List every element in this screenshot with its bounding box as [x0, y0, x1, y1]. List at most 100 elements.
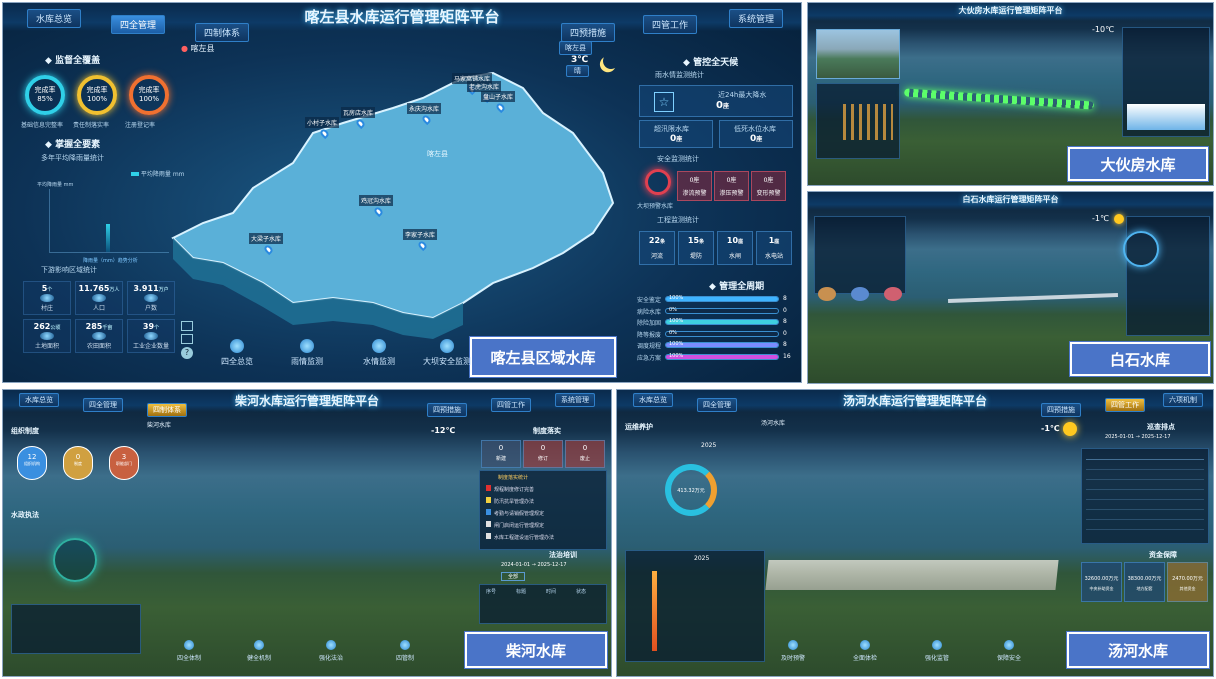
tab-guan[interactable]: 四管工作 [1105, 398, 1145, 412]
table-row[interactable] [1086, 472, 1204, 480]
kazuo-dashboard-screenshot: 喀左县水库运行管理矩阵平台 水库总览 四全管理 四制体系 四预措施 四管工作 系… [2, 2, 802, 383]
stat-value: 11.765万人 [76, 284, 122, 293]
tab-sys[interactable]: 系统管理 [729, 9, 784, 28]
help-icon[interactable]: ? [181, 347, 193, 359]
rule-count-value: 0 [498, 444, 504, 452]
reservoir-label[interactable]: 大梁子水库 [249, 233, 284, 244]
reservoir-label[interactable]: 永庆沟水库 [407, 103, 442, 114]
table-row[interactable] [1086, 492, 1204, 500]
tab-cuo[interactable]: 四预措施 [1041, 403, 1081, 417]
section-left1: 运维养护 [625, 423, 653, 431]
rule-list-text: 防汛抗旱管理办法 [494, 499, 535, 505]
tab-overview[interactable]: 水库总览 [633, 393, 673, 407]
eng-card: 1座 水电站 [756, 231, 792, 265]
stat-number: 39 [142, 322, 155, 331]
dam-wall [947, 293, 1119, 303]
nav-button[interactable]: 保障安全 [983, 640, 1035, 662]
weather-badge: 喀左县 [559, 41, 592, 55]
stat-number: 262 [33, 322, 51, 331]
layer-icon[interactable] [181, 321, 193, 331]
table-row[interactable] [1086, 462, 1204, 470]
tab-quanguan[interactable]: 四全管理 [111, 15, 166, 34]
cycle-percent: 0% [669, 306, 677, 313]
reservoir-label[interactable]: 鸡冠沟水库 [359, 195, 394, 206]
rain-monitor-title: 雨水情监测统计 [655, 71, 704, 79]
spending-chart: 2025 [625, 550, 765, 662]
rule-list-item[interactable]: 规程制度修订完善 [486, 485, 534, 493]
tab-sys[interactable]: 系统管理 [555, 393, 595, 407]
eng-unit: 条 [660, 239, 666, 245]
table-row[interactable] [1086, 512, 1204, 520]
rule-list-item[interactable]: 防汛抗旱管理办法 [486, 497, 534, 505]
tab-zhi[interactable]: 四制体系 [147, 403, 187, 417]
date-from[interactable]: 2025-01-01 [1105, 434, 1134, 440]
nav-button[interactable]: 四全总览 [207, 339, 267, 367]
tab-sys[interactable]: 六项机制 [1163, 393, 1203, 407]
table-row[interactable] [1086, 482, 1204, 490]
stat-unit: 公顷 [50, 325, 61, 331]
reservoir-label[interactable]: 盘山子水库 [481, 91, 516, 102]
nav-icon [860, 640, 870, 650]
fund-label: 中央补助资金 [1089, 586, 1114, 591]
org-card: 0 制度 [63, 446, 93, 480]
radar-ring [1123, 231, 1159, 267]
stat-card: 262公顷 土地面积 [23, 319, 71, 353]
type-dropdown[interactable]: 全部 [501, 572, 526, 581]
stat-icon [92, 332, 106, 340]
tab-zhi[interactable]: 四制体系 [195, 23, 250, 42]
tab-overview[interactable]: 水库总览 [19, 393, 59, 407]
tab-cuo[interactable]: 四预措施 [561, 23, 616, 42]
table-row[interactable] [1086, 522, 1204, 530]
nav-button[interactable]: 水情监测 [349, 339, 409, 367]
cycle-label: 调度规程 [637, 343, 662, 350]
doc-icon [486, 521, 491, 527]
nav-button[interactable]: 健全机制 [233, 640, 285, 662]
tab-overview[interactable]: 水库总览 [27, 9, 82, 28]
date-to[interactable]: 2025-12-17 [537, 562, 566, 568]
tab-quanguan[interactable]: 四全管理 [83, 398, 123, 412]
tab-guan[interactable]: 四管工作 [643, 15, 698, 34]
nav-button[interactable]: 四全体制 [163, 640, 215, 662]
ring-percent: 100% [138, 95, 159, 103]
cycle-percent: 0% [669, 329, 677, 336]
section-cycle-title: 管理全周期 [719, 282, 765, 292]
reservoir-label[interactable]: 李家子水库 [403, 229, 438, 240]
reservoir-label[interactable]: 瓦房店水库 [341, 107, 376, 118]
tab-guan[interactable]: 四管工作 [491, 398, 531, 412]
caption-baishi: 白石水库 [1069, 341, 1211, 377]
nav-icon [788, 640, 798, 650]
star-icon: ☆ [654, 92, 674, 112]
rule-list-item[interactable]: 闸门启闭运行管理规定 [486, 521, 544, 529]
location-label: 柴河水库 [147, 422, 172, 429]
nav-label: 四管制 [395, 655, 414, 662]
year-select[interactable]: 2025 [701, 442, 716, 449]
chart-year[interactable]: 2025 [694, 555, 709, 562]
nav-button[interactable]: 及时预警 [767, 640, 819, 662]
cycle-label: 病险水库 [637, 308, 662, 316]
rule-list-item[interactable]: 水库工程建设运行管理办法 [486, 533, 554, 541]
cycle-label: 安全鉴定 [637, 297, 662, 304]
grid-icon[interactable] [181, 334, 193, 344]
date-to[interactable]: 2025-12-17 [1141, 434, 1170, 440]
nav-button[interactable]: 雨情监测 [277, 339, 337, 367]
cycle-label: 除险加固 [637, 320, 662, 327]
rain-right-unit: 座 [756, 136, 763, 143]
rule-list-title: 制度落实统计 [498, 475, 529, 481]
table-row[interactable] [1086, 502, 1204, 510]
tab-quanguan[interactable]: 四全管理 [697, 398, 737, 412]
date-from[interactable]: 2024-01-01 [501, 562, 530, 568]
nav-button[interactable]: 强化监管 [911, 640, 963, 662]
tab-cuo[interactable]: 四预措施 [427, 403, 467, 417]
ring-label: 责任制落实率 [73, 122, 110, 129]
eng-label: 河流 [650, 253, 663, 260]
rule-count-card: 0 新建 [481, 440, 521, 468]
nav-button[interactable]: 大坝安全监测 [417, 339, 477, 367]
stat-number: 285 [85, 322, 103, 331]
nav-button[interactable]: 四管制 [379, 640, 431, 662]
completion-ring: 完成率 100% [77, 75, 117, 115]
reservoir-label[interactable]: 小村子水库 [305, 117, 340, 128]
nav-button[interactable]: 强化法治 [305, 640, 357, 662]
nav-icon [326, 640, 336, 650]
nav-button[interactable]: 全面体检 [839, 640, 891, 662]
rule-list-item[interactable]: 考勤与请销假管理规定 [486, 509, 544, 517]
